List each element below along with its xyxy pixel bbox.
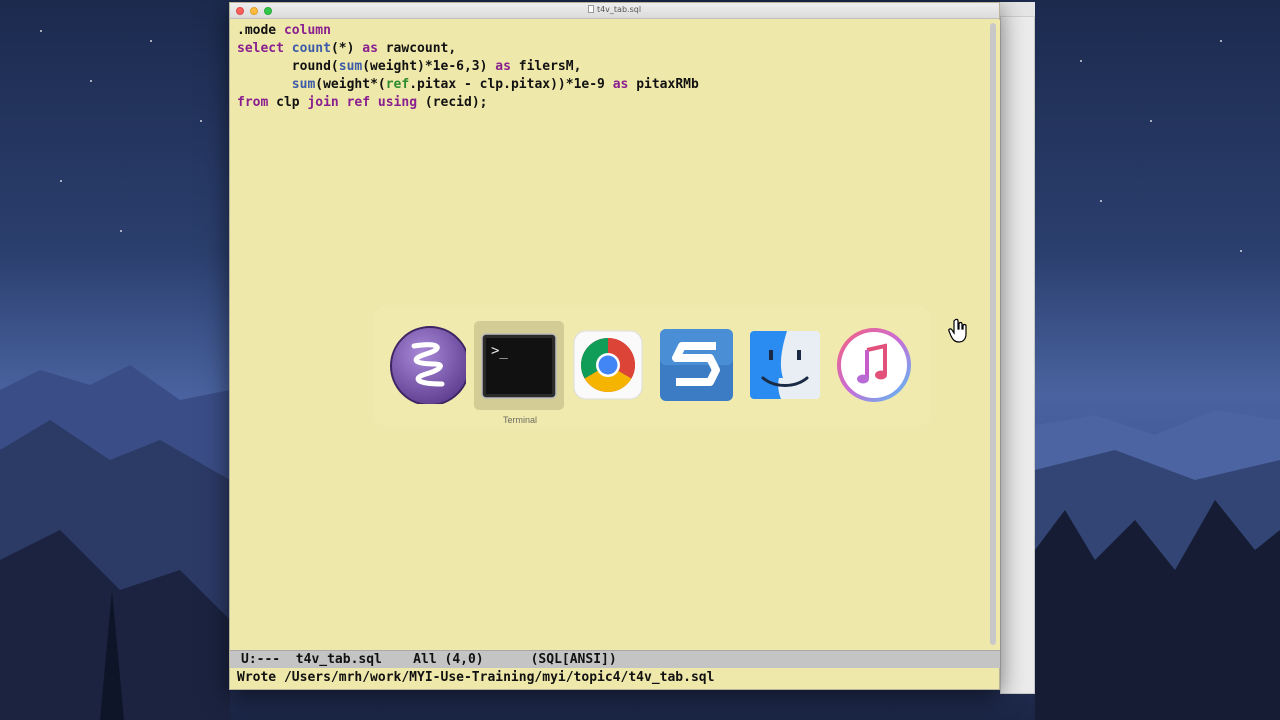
svg-text:>_: >_ xyxy=(491,343,508,359)
app-switcher-item-itunes[interactable] xyxy=(835,326,911,404)
snagit-icon xyxy=(660,329,733,401)
code-token-kw: ref xyxy=(346,95,371,110)
code-line[interactable]: sum(weight*(ref.pitax - clp.pitax))*1e-9… xyxy=(237,76,986,94)
window-title-text: t4v_tab.sql xyxy=(596,5,642,14)
finder-icon xyxy=(750,331,820,399)
code-line[interactable]: select count(*) as rawcount, xyxy=(237,40,986,58)
emacs-icon xyxy=(390,326,470,406)
hand-cursor-icon xyxy=(948,318,967,343)
chrome-icon xyxy=(573,330,643,400)
window-title: t4v_tab.sql xyxy=(230,5,999,14)
code-token: (*) xyxy=(330,41,363,56)
code-token: filersM, xyxy=(510,59,582,74)
code-token-fn: sum xyxy=(291,77,316,92)
app-switcher: >_ Terminal xyxy=(373,305,931,427)
vertical-scrollbar[interactable] xyxy=(987,20,1000,650)
code-line[interactable]: from clp join ref using (recid); xyxy=(237,94,986,112)
document-icon xyxy=(587,5,594,13)
code-line[interactable]: round(sum(weight)*1e-6,3) as filersM, xyxy=(237,58,986,76)
code-token-tp: ref xyxy=(385,77,410,92)
code-token-kw: from xyxy=(237,95,269,110)
code-token-fn: sum xyxy=(338,59,363,74)
code-token: .mode xyxy=(237,23,284,38)
code-token-kw: as xyxy=(612,77,629,92)
app-switcher-selected-label: Terminal xyxy=(502,415,537,425)
code-token: clp xyxy=(268,95,308,110)
app-switcher-item-finder[interactable] xyxy=(749,326,825,404)
minibuffer[interactable]: Wrote /Users/mrh/work/MYI-Use-Training/m… xyxy=(230,668,1000,690)
window-titlebar[interactable]: t4v_tab.sql xyxy=(230,3,999,19)
code-token: round( xyxy=(237,59,339,74)
code-token-kw: using xyxy=(377,95,418,110)
app-switcher-item-chrome[interactable] xyxy=(572,326,648,404)
mountain-right xyxy=(1035,410,1280,720)
code-token: (recid); xyxy=(417,95,488,110)
code-line[interactable]: .mode column xyxy=(237,22,986,40)
code-token-kw: join xyxy=(307,95,339,110)
code-token: rawcount, xyxy=(377,41,457,56)
code-token-kw: column xyxy=(283,23,331,38)
code-token: (weight)*1e-6,3) xyxy=(362,59,496,74)
app-switcher-item-emacs[interactable] xyxy=(390,326,470,406)
terminal-icon: >_ xyxy=(481,333,557,399)
scrollbar-thumb[interactable] xyxy=(990,23,996,645)
background-window-titlebar xyxy=(1000,2,1035,17)
code-token-kw: as xyxy=(495,59,511,74)
app-switcher-item-snagit[interactable] xyxy=(660,326,736,404)
code-token-kw: select xyxy=(237,41,292,56)
itunes-icon xyxy=(837,328,911,402)
app-switcher-item-terminal[interactable]: >_ xyxy=(474,321,564,410)
code-token: .pitax - clp.pitax))*1e-9 xyxy=(409,77,613,92)
mountain-left xyxy=(0,365,230,720)
code-token: pitaxRMb xyxy=(628,77,699,92)
code-token-kw: as xyxy=(362,41,378,56)
background-window[interactable] xyxy=(1000,2,1035,694)
mode-line: U:--- t4v_tab.sql All (4,0) (SQL[ANSI]) xyxy=(230,650,1000,668)
code-token-fn: count xyxy=(291,41,331,56)
code-token: (weight*( xyxy=(315,77,386,92)
